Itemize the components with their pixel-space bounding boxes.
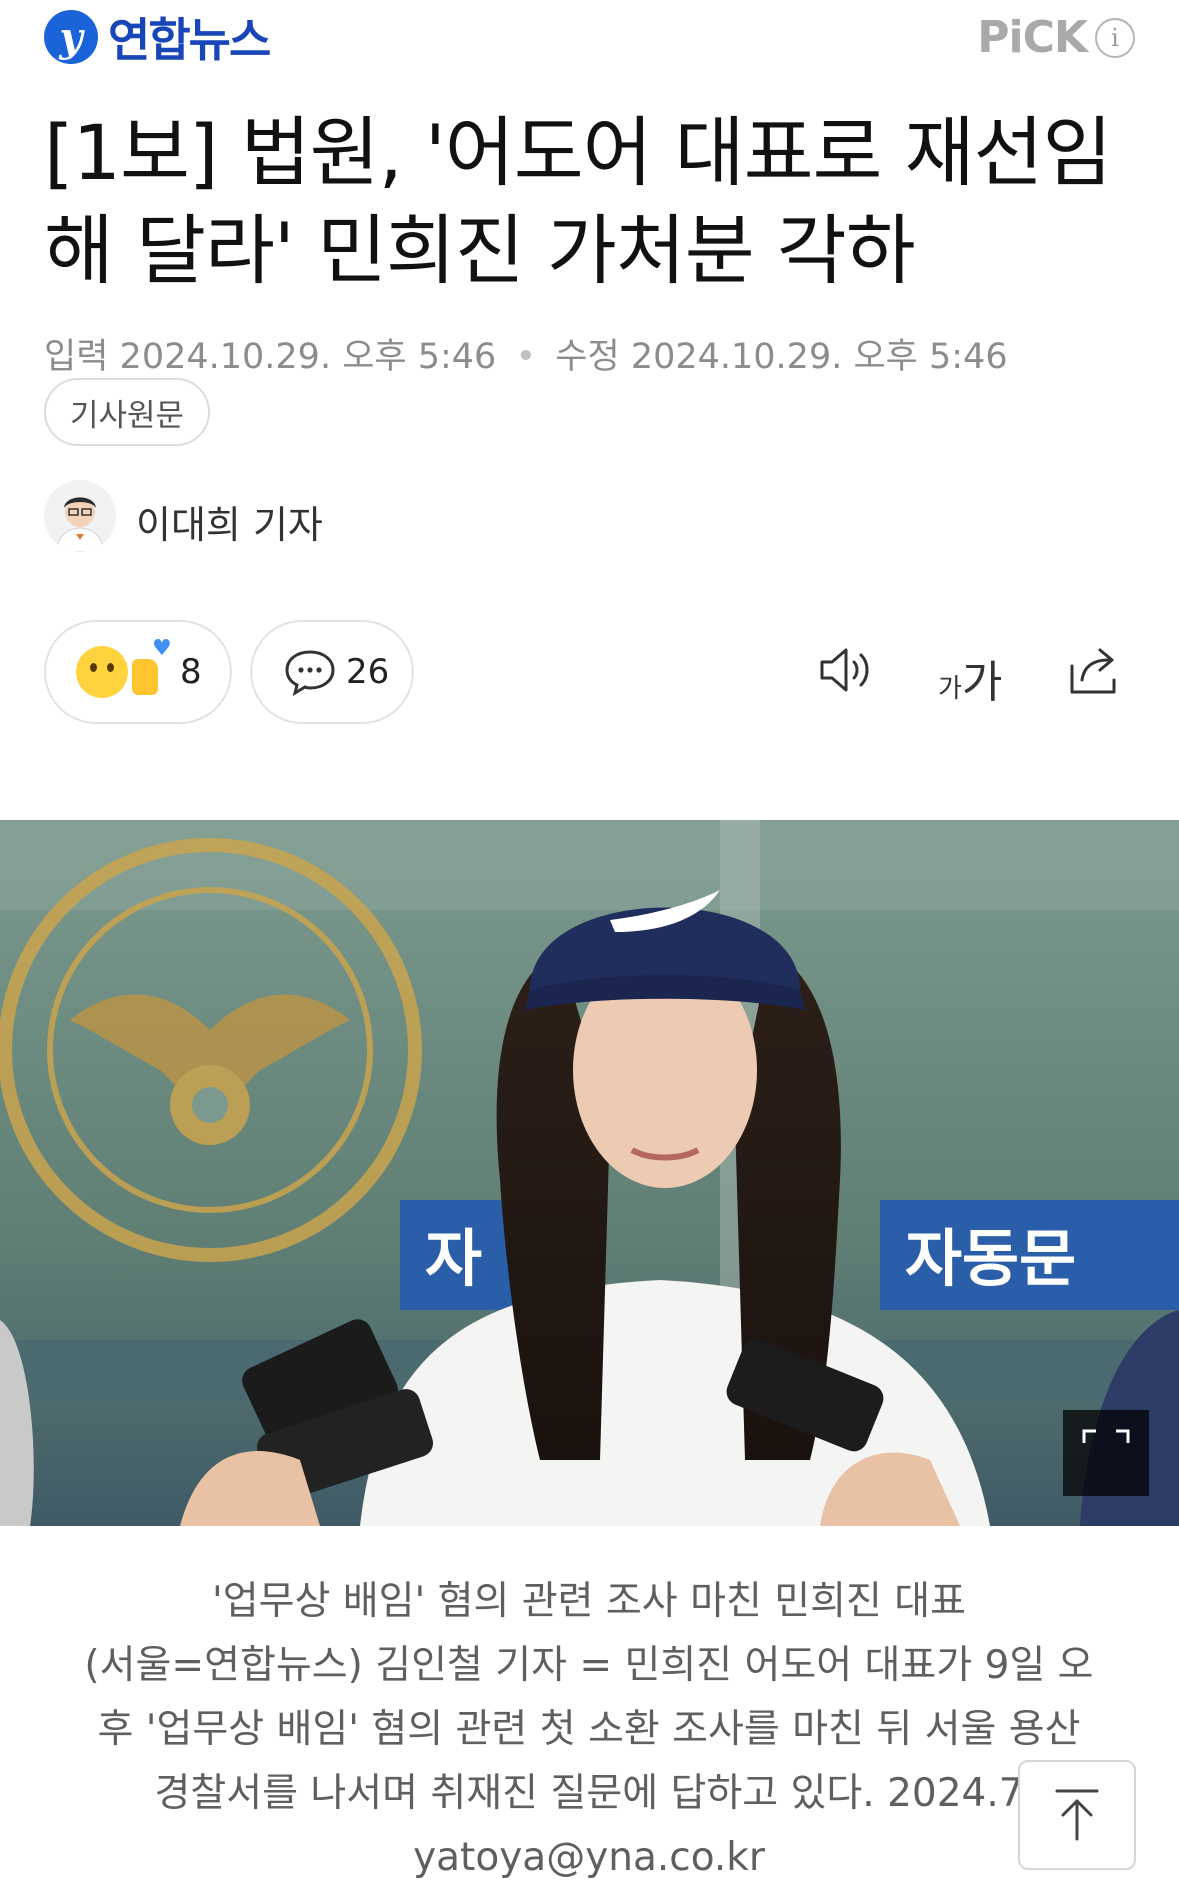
original-article-button[interactable]: 기사원문 [44, 378, 211, 446]
comment-count: 26 [346, 652, 390, 692]
caption-line-3: 경찰서를 나서며 취재진 질문에 답하고 있다. 2024.7 [154, 1771, 1024, 1816]
brand-name: 연합뉴스 [108, 13, 271, 67]
emoji-reaction-icon [76, 646, 128, 698]
arrow-up-icon [1055, 1789, 1099, 1841]
speaker-icon[interactable] [816, 640, 878, 700]
reporter-name[interactable]: 이대희 기자 [136, 494, 323, 549]
scroll-to-top-button[interactable] [1018, 1760, 1136, 1870]
article-dates: 입력 2024.10.29. 오후 5:46 • 수정 2024.10.29. … [44, 328, 1008, 379]
share-icon[interactable] [1064, 640, 1126, 700]
font-large-label: 가 [961, 657, 1003, 708]
sign-right-text: 자동문 [905, 1222, 1076, 1295]
reaction-count: 8 [180, 652, 202, 692]
input-date: 2024.10.29. 오후 5:46 [119, 337, 497, 377]
sign-left-text: 자 [425, 1222, 482, 1295]
reporter-avatar[interactable] [44, 480, 116, 552]
thumbs-up-icon [132, 659, 158, 695]
caption-line-2: 후 '업무상 배임' 혐의 관련 첫 소환 조사를 마친 뒤 서울 용산 [97, 1707, 1081, 1752]
input-label: 입력 [44, 337, 109, 377]
article-photo[interactable]: 자 자동문 [0, 820, 1179, 1526]
expand-photo-button[interactable] [1063, 1410, 1149, 1496]
caption-line-1: (서울=연합뉴스) 김인철 기자 = 민희진 어도어 대표가 9일 오 [84, 1643, 1094, 1688]
font-small-label: 가 [938, 674, 962, 704]
caption-title: '업무상 배임' 혐의 관련 조사 마친 민희진 대표 [211, 1579, 967, 1624]
font-size-icon[interactable]: 가가 [938, 646, 1002, 710]
photo-caption: '업무상 배임' 혐의 관련 조사 마친 민희진 대표 (서울=연합뉴스) 김인… [66, 1570, 1112, 1890]
meta-separator: • [515, 337, 537, 377]
heart-icon: ♥ [152, 636, 172, 661]
info-icon[interactable]: i [1095, 18, 1135, 58]
article-title: [1보] 법원, '어도어 대표로 재선임해 달라' 민희진 가처분 각하 [44, 108, 1112, 295]
comment-bubble-icon [285, 650, 335, 696]
caption-email[interactable]: yatoya@yna.co.kr [66, 1826, 1112, 1890]
reaction-button[interactable]: ♥ 8 [44, 620, 232, 724]
expand-icon [1082, 1429, 1130, 1443]
modified-label: 수정 [555, 337, 620, 377]
pick-label: PiCK [977, 12, 1088, 63]
modified-date: 2024.10.29. 오후 5:46 [630, 337, 1008, 377]
comment-button[interactable]: 26 [250, 620, 414, 724]
yonhap-logo-mark: y [44, 10, 98, 64]
yonhap-logo[interactable]: y 연합뉴스 [44, 4, 271, 70]
